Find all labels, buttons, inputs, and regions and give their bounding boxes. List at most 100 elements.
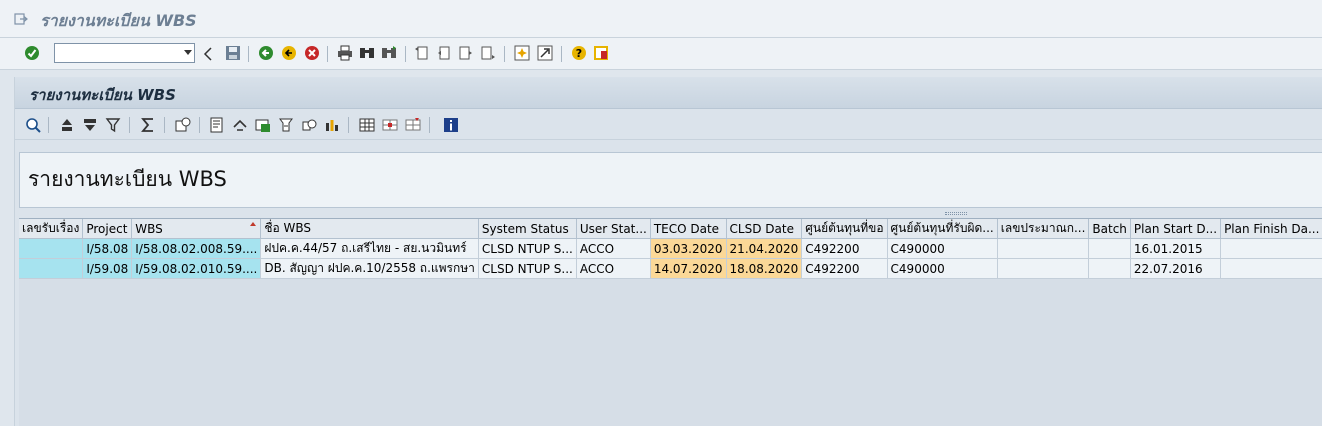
abc-analysis-icon[interactable]: [278, 117, 294, 133]
column-header[interactable]: WBS: [131, 219, 262, 239]
table-cell[interactable]: [997, 238, 1090, 259]
table-cell[interactable]: I/59.08.02.010.59....: [131, 258, 262, 279]
layout-change-icon[interactable]: [359, 117, 375, 133]
table-cell[interactable]: C492200: [801, 238, 888, 259]
column-header[interactable]: User Stat...: [576, 219, 651, 239]
previous-page-icon[interactable]: [436, 45, 452, 61]
window-title: รายงานทะเบียน WBS: [40, 11, 197, 30]
toolbar-separator: [405, 46, 406, 62]
print-preview-icon[interactable]: [209, 117, 225, 133]
table-cell[interactable]: 16.01.2015: [1130, 238, 1222, 259]
table-cell[interactable]: C492200: [801, 258, 888, 279]
table-cell[interactable]: [997, 258, 1090, 279]
help-icon[interactable]: ?: [571, 45, 587, 61]
title-bar: รายงานทะเบียน WBS: [0, 0, 1322, 38]
total-icon[interactable]: [140, 117, 156, 133]
table-cell[interactable]: I/58.08: [82, 238, 133, 259]
table-cell[interactable]: ฝปค.ค.44/57 ถ.เสรีไทย - สย.นวมินทร์: [260, 238, 479, 259]
print-icon[interactable]: [337, 45, 353, 61]
find-next-icon[interactable]: [381, 45, 397, 61]
toolbar-separator: [504, 46, 505, 62]
table-cell[interactable]: [19, 238, 84, 259]
report-header-title: รายงานทะเบียน WBS: [28, 167, 227, 191]
standard-toolbar: ?: [0, 38, 1322, 70]
screen-title: รายงานทะเบียน WBS: [29, 86, 176, 104]
first-page-icon[interactable]: [414, 45, 430, 61]
table-cell[interactable]: [1088, 238, 1131, 259]
table-cell[interactable]: 03.03.2020: [650, 238, 727, 259]
cancel-icon[interactable]: [304, 45, 320, 61]
enter-icon[interactable]: [24, 45, 40, 61]
column-header[interactable]: เลขรับเรื่อง: [19, 219, 84, 239]
wbs-table: เลขรับเรื่อง Project WBS ชื่อ WBS System…: [19, 219, 1322, 279]
column-header[interactable]: TECO Date: [650, 219, 727, 239]
details-icon[interactable]: [25, 117, 41, 133]
main-area: รายงานทะเบียน WBS รายงานทะเบียน WBS เลขร…: [0, 71, 1322, 426]
table-row[interactable]: I/59.08 I/59.08.02.010.59.... DB. สัญญา …: [19, 258, 1322, 279]
table-cell[interactable]: 14.07.2020: [650, 258, 727, 279]
chevron-down-icon[interactable]: [184, 50, 192, 55]
export-icon[interactable]: [232, 117, 248, 133]
alv-grid: เลขรับเรื่อง Project WBS ชื่อ WBS System…: [19, 218, 1322, 426]
exit-menu-icon[interactable]: [14, 13, 28, 25]
layout-select-icon[interactable]: [324, 117, 340, 133]
layout-save-icon[interactable]: [382, 117, 398, 133]
command-field[interactable]: [54, 43, 195, 63]
table-cell[interactable]: I/59.08: [82, 258, 133, 279]
toolbar-separator: [164, 117, 165, 133]
table-cell[interactable]: [1220, 258, 1322, 279]
table-cell[interactable]: I/58.08.02.008.59....: [131, 238, 262, 259]
column-header[interactable]: System Status: [478, 219, 577, 239]
choose-layout-icon[interactable]: [405, 117, 421, 133]
table-cell[interactable]: [1088, 258, 1131, 279]
create-session-icon[interactable]: [514, 45, 530, 61]
column-header[interactable]: CLSD Date: [726, 219, 803, 239]
table-cell[interactable]: [1220, 238, 1322, 259]
column-header[interactable]: ศูนย์ต้นทุนที่รับผิด...: [887, 219, 998, 239]
last-page-icon[interactable]: [480, 45, 496, 61]
column-header[interactable]: ชื่อ WBS: [260, 219, 479, 239]
table-cell[interactable]: CLSD NTUP S...: [478, 238, 577, 259]
column-header[interactable]: ศูนย์ต้นทุนที่ขอ: [801, 219, 888, 239]
table-cell[interactable]: DB. สัญญา ฝปค.ค.10/2558 ถ.แพรกษา: [260, 258, 479, 279]
find-icon[interactable]: [359, 45, 375, 61]
table-cell[interactable]: [19, 258, 84, 279]
layout-icon[interactable]: [593, 45, 609, 61]
table-cell[interactable]: C490000: [887, 238, 998, 259]
save-icon[interactable]: [225, 45, 241, 61]
column-header[interactable]: Plan Start D...: [1130, 219, 1222, 239]
splitter-handle[interactable]: [945, 212, 967, 215]
back-icon[interactable]: [258, 45, 274, 61]
mail-icon[interactable]: [255, 117, 271, 133]
column-header[interactable]: Project: [82, 219, 133, 239]
toolbar-separator: [199, 117, 200, 133]
toolbar-separator: [327, 46, 328, 62]
report-container: รายงานทะเบียน WBS รายงานทะเบียน WBS เลขร…: [14, 77, 1322, 426]
table-row[interactable]: I/58.08 I/58.08.02.008.59.... ฝปค.ค.44/5…: [19, 238, 1322, 259]
table-cell[interactable]: C490000: [887, 258, 998, 279]
alv-toolbar: [15, 110, 1322, 140]
next-page-icon[interactable]: [458, 45, 474, 61]
exit-icon[interactable]: [281, 45, 297, 61]
shortcut-icon[interactable]: [537, 45, 553, 61]
table-cell[interactable]: 18.08.2020: [726, 258, 803, 279]
back-arrow-icon[interactable]: [203, 46, 213, 62]
table-cell[interactable]: 22.07.2016: [1130, 258, 1222, 279]
toolbar-separator: [248, 46, 249, 62]
table-cell[interactable]: CLSD NTUP S...: [478, 258, 577, 279]
column-header[interactable]: Plan Finish Da...: [1220, 219, 1322, 239]
sort-ascending-icon[interactable]: [59, 117, 75, 133]
subtotal-icon[interactable]: [175, 117, 191, 133]
table-cell[interactable]: ACCO: [576, 258, 651, 279]
toolbar-separator: [129, 117, 130, 133]
table-cell[interactable]: ACCO: [576, 238, 651, 259]
filter-icon[interactable]: [105, 117, 121, 133]
column-header[interactable]: Batch: [1088, 219, 1131, 239]
information-icon[interactable]: [443, 117, 459, 133]
table-cell[interactable]: 21.04.2020: [726, 238, 803, 259]
table-header-row: เลขรับเรื่อง Project WBS ชื่อ WBS System…: [19, 219, 1322, 239]
toolbar-separator: [348, 117, 349, 133]
sort-descending-icon[interactable]: [82, 117, 98, 133]
column-header[interactable]: เลขประมาณก...: [997, 219, 1090, 239]
graphic-icon[interactable]: [301, 117, 317, 133]
